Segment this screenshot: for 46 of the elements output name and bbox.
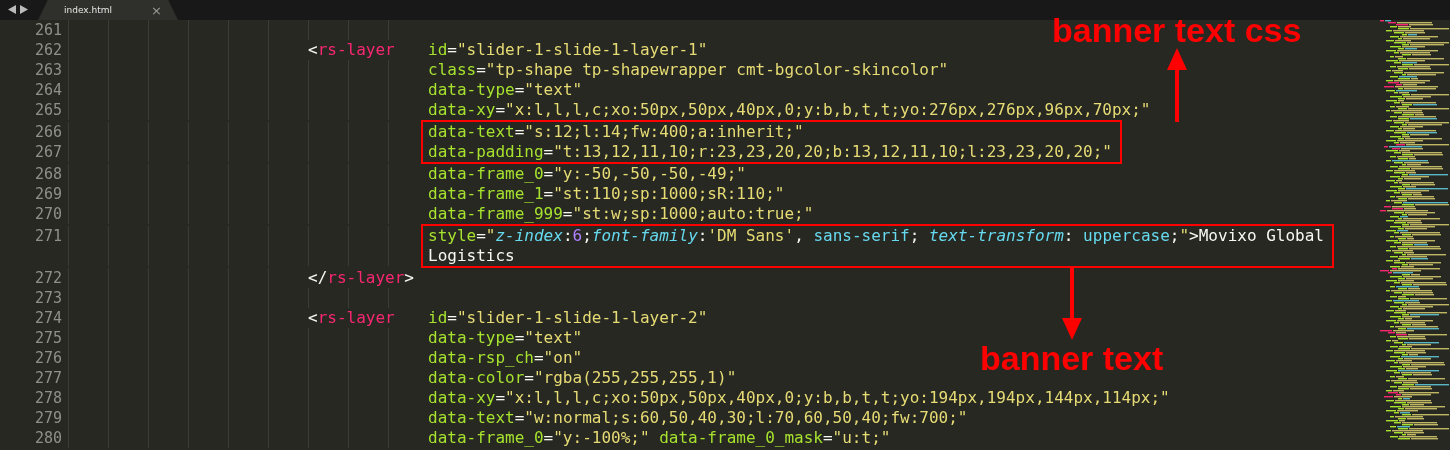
code-line: data-rsp_ch="on"	[428, 348, 583, 368]
annotation-label: banner text css	[1052, 12, 1302, 48]
line-number: 269	[33, 184, 63, 204]
line-number: 262	[33, 40, 63, 60]
line-number: 276	[33, 348, 63, 368]
code-line: data-color="rgba(255,255,255,1)"	[428, 368, 737, 388]
line-number: 280	[33, 428, 63, 448]
line-number: 277	[33, 368, 63, 388]
line-number: 272	[33, 268, 63, 288]
code-line: data-frame_1="st:110;sp:1000;sR:110;"	[428, 184, 785, 204]
line-number: 279	[33, 408, 63, 428]
line-number: 273	[33, 288, 63, 308]
tab-label: index.html	[64, 5, 112, 15]
file-tab[interactable]: index.html ×	[38, 0, 178, 20]
line-number: 266	[33, 122, 63, 142]
code-line: data-text="s:12;l:14;fw:400;a:inherit;"	[428, 122, 804, 141]
close-icon[interactable]: ×	[151, 2, 162, 18]
line-number: 275	[33, 328, 63, 348]
code-line: Logistics	[428, 246, 515, 265]
code-line: data-frame_0="y:-50,-50,-50,-49;"	[428, 164, 746, 184]
code-line: class="tp-shape tp-shapewrapper cmt-bgcolor-skincolor"	[428, 60, 949, 80]
line-number: 267	[33, 142, 63, 162]
line-number: 278	[33, 388, 63, 408]
code-line: </rs-layer>	[308, 268, 415, 288]
code-line: <rs-layer id="slider-1-slide-1-layer-1"	[308, 40, 708, 60]
annotation-label: banner text	[980, 340, 1164, 376]
code-line: data-xy="x:l,l,l,c;xo:50px,50px,40px,0;y:b,b,t,t;yo:276px,276px,96px,70px;"	[428, 100, 1151, 120]
code-line: data-frame_999="st:w;sp:1000;auto:true;"	[428, 204, 814, 224]
code-line: data-xy="x:l,l,l,c;xo:50px,50px,40px,0;y:b,b,t,t;yo:194px,194px,144px,114px;"	[428, 388, 1170, 408]
line-number: 265	[33, 100, 63, 120]
code-line: data-padding="t:13,12,11,10;r:23,23,20,20;b:13,12,11,10;l:23,23,20,20;"	[428, 142, 1112, 161]
line-number: 263	[33, 60, 63, 80]
code-line: data-type="text"	[428, 80, 583, 100]
code-line: data-frame_0="y:-100%;" data-frame_0_mask="u:t;"	[428, 428, 891, 448]
code-line: data-type="text"	[428, 328, 583, 348]
code-line: data-text="w:normal;s:60,50,40,30;l:70,60,50,40;fw:700;"	[428, 408, 968, 428]
line-number: 268	[33, 164, 63, 184]
line-number: 261	[33, 20, 63, 40]
forward-icon[interactable]	[20, 5, 28, 14]
code-line: style="z-index:6;font-family:'DM Sans', sans-serif; text-transform: uppercase;">Movixo Global	[428, 226, 1324, 245]
line-number: 271	[33, 226, 63, 246]
code-line: <rs-layer id="slider-1-slide-1-layer-2"	[308, 308, 708, 328]
line-number: 274	[33, 308, 63, 328]
line-number: 270	[33, 204, 63, 224]
line-number: 264	[33, 80, 63, 100]
back-icon[interactable]	[8, 5, 16, 14]
